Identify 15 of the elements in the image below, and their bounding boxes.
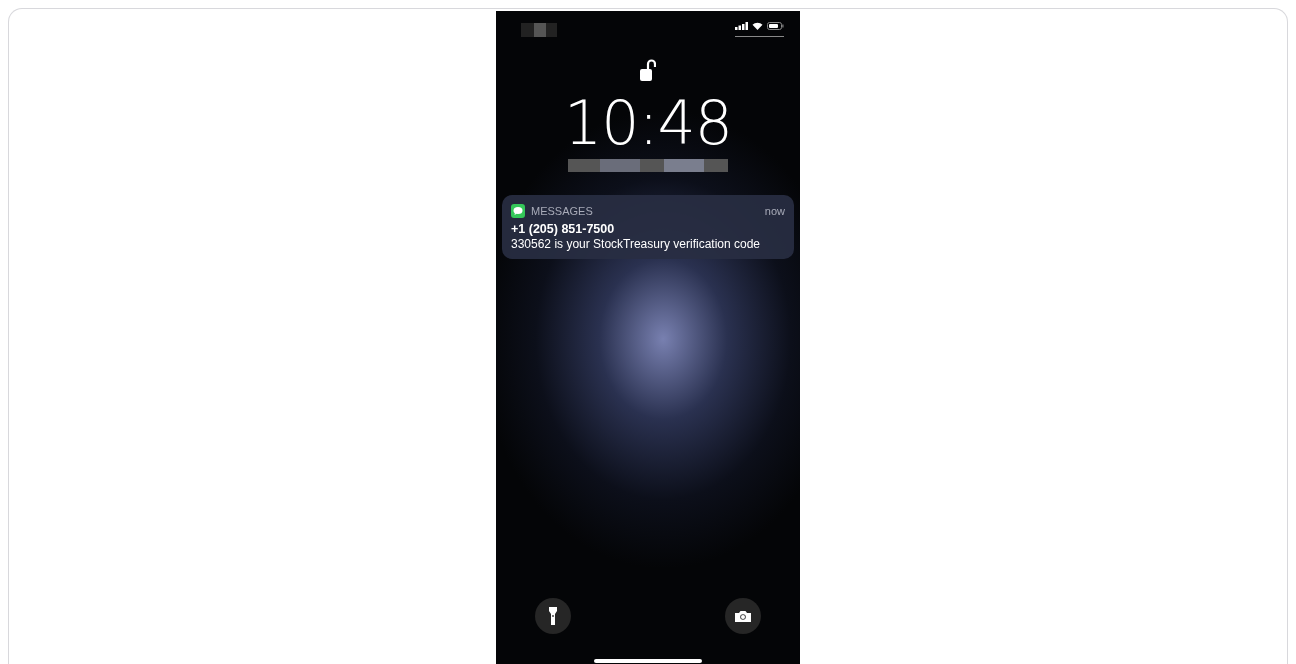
battery-icon	[767, 22, 784, 30]
notification-card[interactable]: MESSAGES now +1 (205) 851-7500 330562 is your StockTreasury verification code	[502, 195, 794, 259]
sender-number: +1 (205) 851-7500	[511, 222, 616, 236]
camera-icon	[735, 610, 751, 622]
app-name: MESSAGES	[531, 205, 594, 217]
speech-bubble-icon	[511, 204, 525, 218]
wifi-icon	[752, 22, 763, 30]
blurred-carrier	[521, 22, 557, 37]
camera-button[interactable]	[725, 598, 761, 634]
flashlight-button[interactable]	[535, 598, 571, 634]
message-text: 330562 is your StockTreasury verification code	[511, 237, 761, 251]
clock-time: 10:48	[564, 91, 732, 155]
signal-icon	[735, 22, 748, 30]
flashlight-icon	[549, 607, 557, 625]
notification-time: now	[764, 205, 785, 217]
